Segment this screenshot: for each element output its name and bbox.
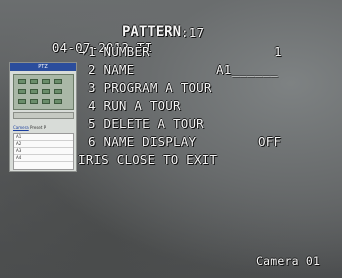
camera-label: Camera 01 — [256, 254, 321, 268]
ptz-button — [30, 99, 38, 104]
tab-camera: Camera — [13, 125, 29, 130]
menu-item-program-tour[interactable]: 3 PROGRAM A TOUR — [88, 80, 212, 95]
menu-item-name[interactable]: 2 NAME — [88, 62, 134, 77]
menu-item-label: RUN A TOUR — [103, 98, 181, 113]
menu-item-number[interactable]: 1 NUMBER — [88, 44, 150, 59]
ptz-button — [18, 99, 26, 104]
list-item: A2 — [14, 141, 73, 148]
menu-item-label: PROGRAM A TOUR — [103, 80, 212, 95]
ptz-slider — [13, 112, 74, 119]
camera-view: PTZ Camera Preset P A1 A2 A3 A4 04-07-20… — [0, 0, 342, 278]
tab-preset: Preset — [29, 125, 43, 130]
ptz-button — [54, 89, 62, 94]
menu-title: PATTERN — [122, 24, 182, 40]
ptz-button — [42, 79, 50, 84]
menu-item-run-tour[interactable]: 4 RUN A TOUR — [88, 98, 181, 113]
list-item: A3 — [14, 148, 73, 155]
ptz-button — [30, 79, 38, 84]
ptz-panel: PTZ Camera Preset P A1 A2 A3 A4 — [9, 62, 77, 172]
menu-item-value: 1 — [274, 44, 282, 59]
menu-item-label: DELETE A TOUR — [103, 116, 204, 131]
cursor-arrow-icon: → — [78, 44, 86, 59]
menu-item-index: 4 — [88, 98, 96, 113]
list-item: A4 — [14, 155, 73, 162]
menu-item-name-display[interactable]: 6 NAME DISPLAY — [88, 134, 196, 149]
ptz-direction-pad — [13, 74, 74, 110]
menu-item-value: OFF — [258, 134, 282, 149]
menu-item-index: 5 — [88, 116, 96, 131]
menu-item-label: NAME — [103, 62, 135, 77]
menu-item-label: NUMBER — [103, 44, 150, 59]
list-item: A1 — [14, 134, 73, 141]
ptz-button — [42, 89, 50, 94]
ptz-button — [18, 89, 26, 94]
ptz-button — [42, 99, 50, 104]
menu-item-label: NAME DISPLAY — [103, 134, 197, 149]
menu-item-delete-tour[interactable]: 5 DELETE A TOUR — [88, 116, 204, 131]
menu-item-index: 2 — [88, 62, 96, 77]
menu-item-index: 6 — [88, 134, 96, 149]
ptz-preset-list: A1 A2 A3 A4 — [13, 133, 74, 170]
tab-pattern: P — [43, 125, 47, 130]
ptz-tabs: Camera Preset P — [13, 125, 75, 131]
osd-time-tail: :17 — [181, 25, 205, 40]
ptz-button — [18, 79, 26, 84]
ptz-button — [54, 79, 62, 84]
menu-item-index: 3 — [88, 80, 96, 95]
menu-item-index: 1 — [88, 44, 96, 59]
ptz-button — [54, 99, 62, 104]
osd-time-seconds: 17 — [188, 25, 205, 40]
menu-item-value: A1______ — [216, 62, 278, 77]
exit-hint: IRIS CLOSE TO EXIT — [78, 152, 218, 167]
ptz-button — [30, 89, 38, 94]
